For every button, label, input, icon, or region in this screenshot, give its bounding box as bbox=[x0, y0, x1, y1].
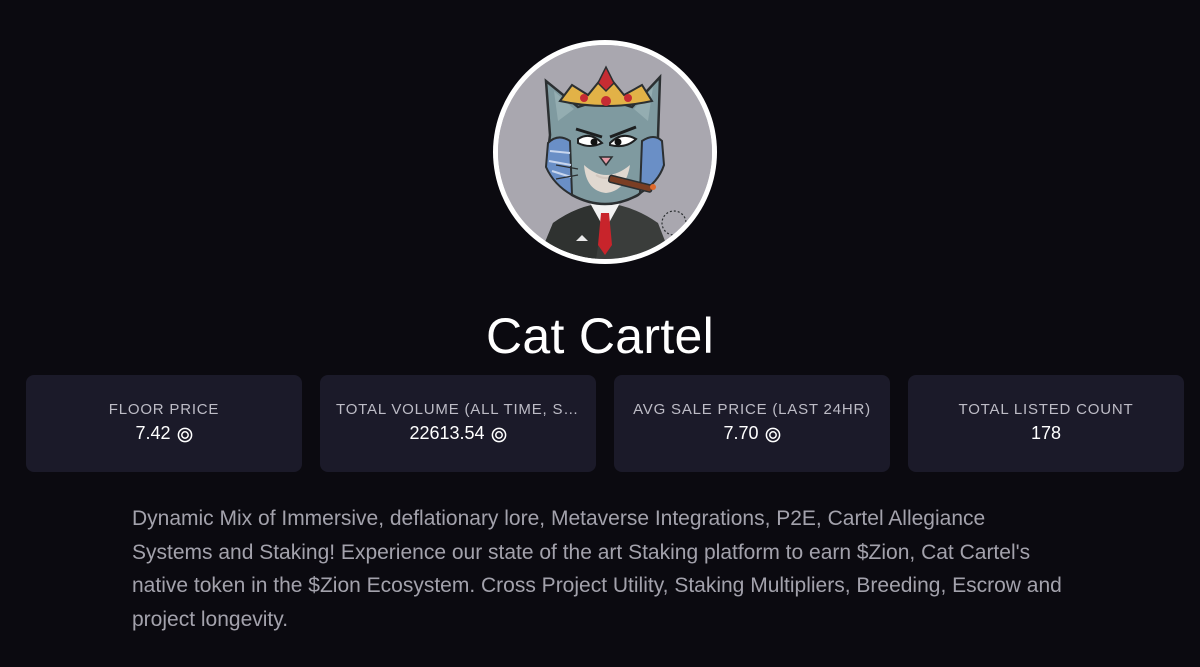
stat-card-total-volume: TOTAL VOLUME (ALL TIME, SOL) 22613.54 bbox=[320, 375, 596, 472]
stat-label: TOTAL VOLUME (ALL TIME, SOL) bbox=[336, 401, 580, 418]
sol-coin-icon bbox=[177, 425, 193, 443]
stat-label: AVG SALE PRICE (LAST 24HR) bbox=[633, 401, 871, 418]
stat-value-text: 7.42 bbox=[135, 423, 171, 443]
stat-value: 7.42 bbox=[42, 421, 286, 445]
collection-description: Dynamic Mix of Immersive, deflationary l… bbox=[132, 507, 1062, 631]
stat-value-text: 7.70 bbox=[723, 423, 759, 443]
cat-king-avatar-icon bbox=[498, 45, 712, 259]
stat-card-total-listed-count: TOTAL LISTED COUNT 178 bbox=[908, 375, 1184, 472]
stats-row: FLOOR PRICE 7.42 TOTAL VOLUME (ALL TIME,… bbox=[26, 375, 1184, 472]
stat-value: 7.70 bbox=[630, 421, 874, 445]
stat-card-floor-price: FLOOR PRICE 7.42 bbox=[26, 375, 302, 472]
stat-value-text: 178 bbox=[1030, 423, 1062, 443]
stat-card-avg-sale-price: AVG SALE PRICE (LAST 24HR) 7.70 bbox=[614, 375, 890, 472]
collection-avatar bbox=[493, 40, 717, 264]
collection-page: Cat Cartel FLOOR PRICE 7.42 TOTAL VOLUME… bbox=[0, 0, 1200, 667]
sol-coin-icon bbox=[491, 425, 507, 443]
collection-title: Cat Cartel bbox=[485, 308, 715, 364]
stat-value: 22613.54 bbox=[336, 421, 580, 445]
stat-value-text: 22613.54 bbox=[409, 423, 485, 443]
sol-coin-icon bbox=[765, 425, 781, 443]
stat-value: 178 bbox=[924, 421, 1168, 445]
stat-label: TOTAL LISTED COUNT bbox=[958, 401, 1134, 418]
stat-label: FLOOR PRICE bbox=[108, 401, 220, 418]
